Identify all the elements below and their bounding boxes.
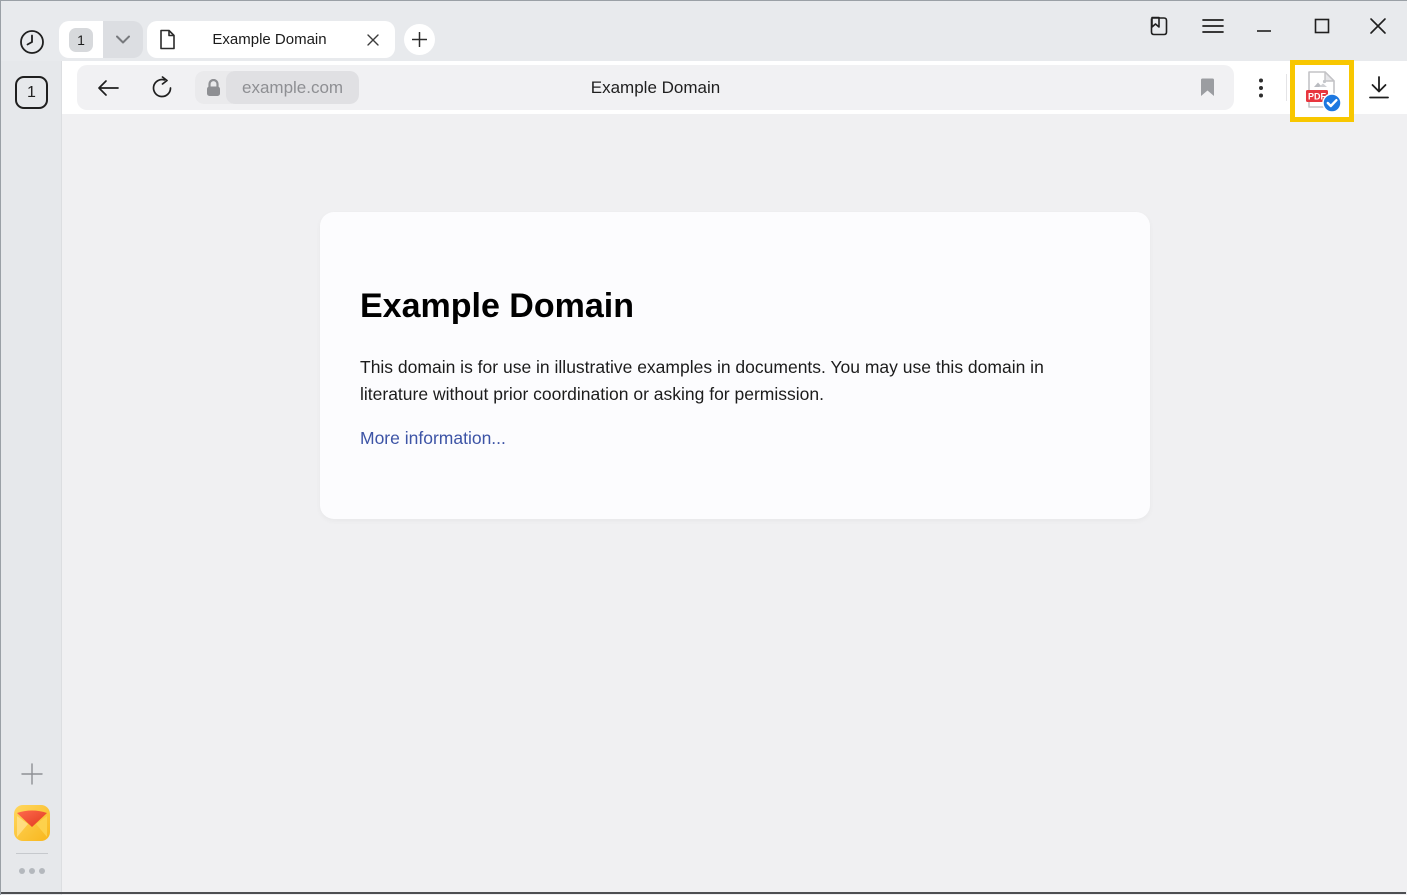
- example-domain-card: Example Domain This domain is for use in…: [320, 212, 1150, 519]
- tab-group-count[interactable]: 1: [59, 21, 103, 58]
- sidebar-divider: [16, 853, 48, 854]
- yandex-mail-icon[interactable]: [13, 804, 51, 842]
- content-heading: Example Domain: [360, 287, 1110, 326]
- content-paragraph: This domain is for use in illustrative e…: [360, 354, 1055, 408]
- browser-menu-button[interactable]: [1198, 11, 1228, 41]
- tab-title: Example Domain: [176, 31, 363, 48]
- maximize-icon: [1313, 17, 1331, 35]
- history-clock-icon[interactable]: [17, 27, 47, 57]
- bookmark-flag-icon: [1200, 78, 1215, 97]
- download-icon: [1367, 75, 1391, 101]
- window-bottom-border: [1, 892, 1406, 894]
- sidebar-add-button[interactable]: [20, 762, 44, 786]
- reload-button[interactable]: [145, 71, 179, 105]
- tab-close-icon[interactable]: [363, 30, 383, 50]
- tab-group-badge: 1: [69, 28, 93, 52]
- downloads-button[interactable]: [1362, 71, 1396, 105]
- site-info-chip: example.com: [195, 71, 359, 104]
- back-arrow-icon: [96, 79, 120, 97]
- minimize-icon: [1255, 17, 1273, 35]
- pdf-extension-icon: PDF: [1302, 69, 1342, 113]
- hamburger-icon: [1202, 18, 1224, 34]
- toolbar: example.com Example Domain: [62, 61, 1407, 114]
- tab-group-button[interactable]: 1: [59, 21, 143, 58]
- reload-icon: [150, 76, 174, 100]
- chevron-down-icon: [116, 35, 130, 44]
- address-menu-button[interactable]: [1246, 71, 1276, 105]
- close-window-button[interactable]: [1363, 11, 1393, 41]
- pdf-extension-button-highlighted[interactable]: PDF: [1290, 60, 1354, 122]
- minimize-button[interactable]: [1249, 11, 1279, 41]
- maximize-button[interactable]: [1307, 11, 1337, 41]
- browser-tab[interactable]: Example Domain: [147, 21, 395, 58]
- kebab-icon: [1259, 78, 1263, 98]
- url-text: example.com: [242, 78, 343, 98]
- sidebar-tab-count-badge[interactable]: 1: [15, 76, 48, 109]
- bookmark-flag-button[interactable]: [1190, 71, 1224, 104]
- left-sidebar: 1: [1, 61, 62, 895]
- tab-group-chevron[interactable]: [103, 21, 143, 58]
- new-tab-button[interactable]: [404, 24, 435, 55]
- plus-icon: [21, 763, 43, 785]
- bookmarks-panel-button[interactable]: [1142, 11, 1172, 41]
- back-button[interactable]: [91, 71, 125, 105]
- close-icon: [1369, 17, 1387, 35]
- bookmarks-panel-icon: [1144, 13, 1170, 39]
- page-icon: [159, 29, 176, 50]
- address-bar[interactable]: example.com Example Domain: [77, 65, 1234, 110]
- more-information-link[interactable]: More information...: [360, 428, 506, 449]
- tab-bar: 1 Example Domain: [1, 1, 1407, 61]
- sidebar-badge-label: 1: [27, 84, 36, 102]
- sidebar-more-button[interactable]: [15, 863, 49, 879]
- lock-icon: [206, 79, 221, 97]
- plus-icon: [412, 32, 427, 47]
- web-content: Example Domain This domain is for use in…: [62, 114, 1407, 895]
- url-field[interactable]: example.com: [226, 71, 359, 104]
- toolbar-divider: [1286, 74, 1287, 101]
